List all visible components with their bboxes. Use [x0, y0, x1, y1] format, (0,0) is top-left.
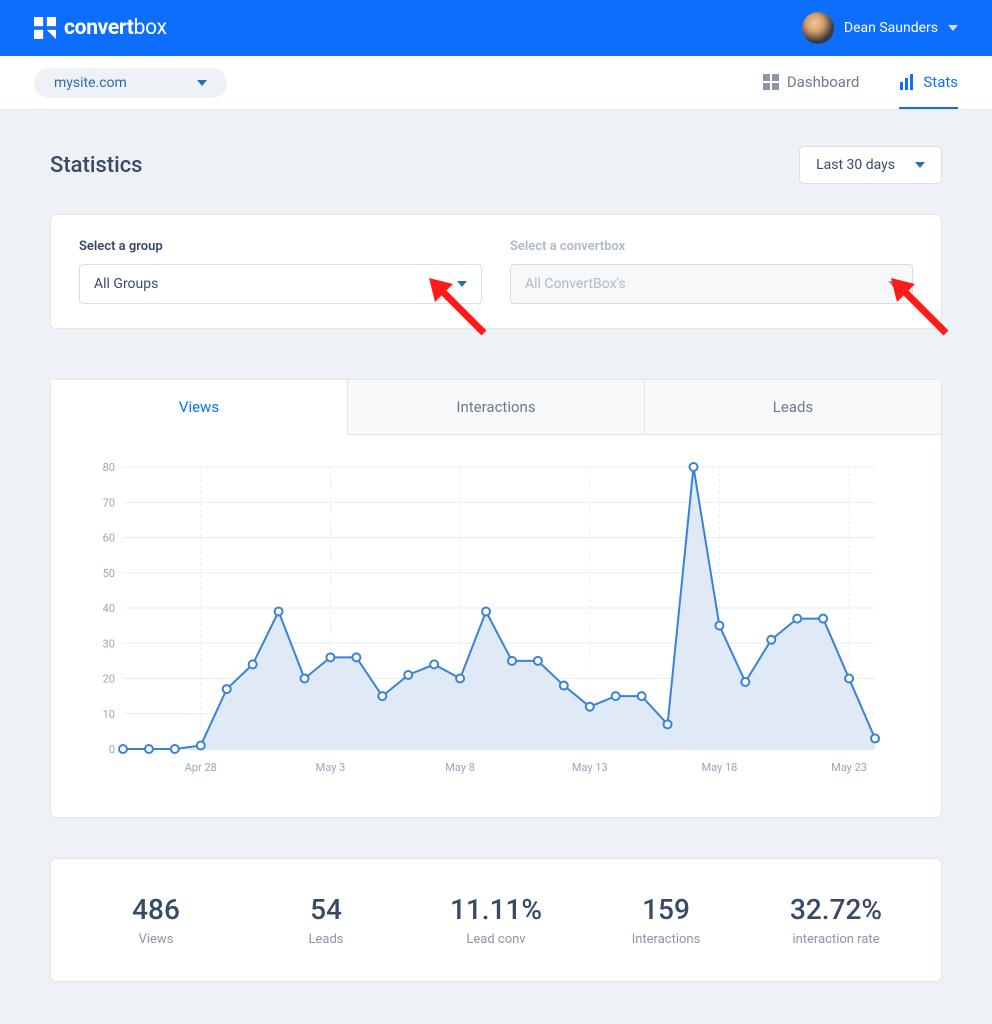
site-selector-label: mysite.com [54, 75, 127, 91]
group-dropdown[interactable]: All Groups [79, 264, 482, 304]
chart-tab-leads[interactable]: Leads [645, 380, 941, 435]
svg-text:80: 80 [103, 461, 115, 474]
logo-text: convertbox [64, 16, 167, 40]
line-chart: 0 10 20 30 40 50 60 70 80 Apr 28 May 3 May 8 May 13 M… [85, 459, 885, 779]
svg-text:May 3: May 3 [316, 761, 346, 774]
filter-card: Select a group All Groups Select a conve… [50, 214, 942, 329]
chart-tabs: Views Interactions Leads [51, 380, 941, 435]
date-range-label: Last 30 days [816, 157, 895, 173]
chart-tab-views[interactable]: Views [51, 380, 348, 435]
stats-card: 486 Views 54 Leads 11.11% Lead conv 159 … [50, 858, 942, 982]
date-range-selector[interactable]: Last 30 days [799, 146, 942, 184]
user-menu[interactable]: Dean Saunders [802, 12, 958, 44]
main: Statistics Last 30 days Select a group A… [0, 110, 992, 1018]
convertbox-dropdown-value: All ConvertBox's [525, 276, 626, 292]
logo-icon [34, 17, 56, 39]
topbar: convertbox Dean Saunders [0, 0, 992, 56]
chart-card: Views Interactions Leads 0 10 20 30 40 50 60 70… [50, 379, 942, 818]
page-title: Statistics [50, 153, 143, 178]
group-filter-label: Select a group [79, 239, 482, 254]
svg-text:70: 70 [103, 496, 115, 509]
tab-label: Dashboard [787, 73, 860, 91]
svg-text:20: 20 [103, 673, 115, 686]
svg-text:40: 40 [103, 602, 115, 615]
svg-text:May 13: May 13 [572, 761, 608, 774]
chevron-down-icon [948, 23, 958, 33]
avatar [802, 12, 834, 44]
site-selector[interactable]: mysite.com [34, 68, 227, 98]
svg-text:May 18: May 18 [702, 761, 738, 774]
convertbox-filter-label: Select a convertbox [510, 239, 913, 254]
convertbox-dropdown[interactable]: All ConvertBox's [510, 264, 913, 304]
svg-text:60: 60 [103, 532, 115, 545]
chevron-down-icon [457, 279, 467, 289]
page-header: Statistics Last 30 days [50, 146, 942, 184]
stat-lead-conv: 11.11% Lead conv [411, 893, 581, 947]
bars-icon [899, 74, 915, 90]
svg-text:May 23: May 23 [831, 761, 867, 774]
svg-text:0: 0 [109, 743, 115, 756]
chevron-down-icon [915, 160, 925, 170]
stat-interactions: 159 Interactions [581, 893, 751, 947]
subnav: mysite.com Dashboard Stats [0, 56, 992, 110]
stat-leads: 54 Leads [241, 893, 411, 947]
chart-tab-interactions[interactable]: Interactions [348, 380, 645, 435]
svg-text:30: 30 [103, 637, 115, 650]
chevron-down-icon [888, 279, 898, 289]
svg-text:10: 10 [103, 708, 115, 721]
stat-interaction-rate: 32.72% interaction rate [751, 893, 921, 947]
chevron-down-icon [197, 78, 207, 88]
tab-stats[interactable]: Stats [899, 56, 958, 109]
svg-text:50: 50 [103, 567, 115, 580]
tab-dashboard[interactable]: Dashboard [763, 56, 860, 109]
chart-body: 0 10 20 30 40 50 60 70 80 Apr 28 May 3 May 8 May 13 M… [51, 435, 941, 817]
logo[interactable]: convertbox [34, 16, 167, 40]
grid-icon [763, 74, 779, 90]
svg-text:May 8: May 8 [445, 761, 475, 774]
tab-label: Stats [923, 73, 958, 91]
group-dropdown-value: All Groups [94, 276, 158, 292]
user-name-label: Dean Saunders [844, 20, 938, 36]
svg-text:Apr 28: Apr 28 [185, 761, 217, 774]
stat-views: 486 Views [71, 893, 241, 947]
nav-tabs: Dashboard Stats [763, 56, 958, 109]
